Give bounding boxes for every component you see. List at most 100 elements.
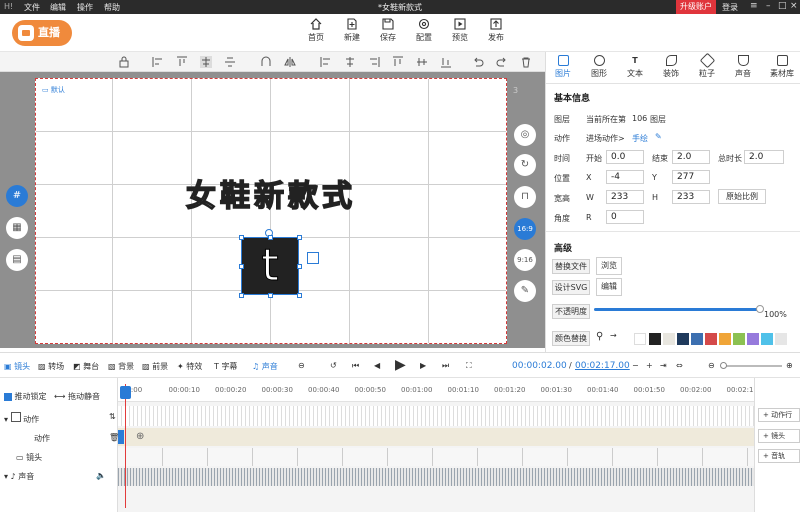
distribute-left-icon[interactable]	[320, 56, 332, 68]
replace-file-button[interactable]: 替换文件	[552, 259, 590, 274]
sound-track[interactable]	[118, 468, 754, 486]
collapse-icon[interactable]: ⊖	[298, 361, 305, 370]
add-camera-button[interactable]: + 镜头	[758, 429, 800, 443]
edit-pen-icon[interactable]: ✎	[514, 280, 536, 302]
resize-handle[interactable]	[268, 293, 273, 298]
align-top-icon[interactable]	[176, 56, 188, 68]
config-button[interactable]: 配置	[406, 18, 442, 43]
add-audio-track-button[interactable]: + 音轨	[758, 449, 800, 463]
resize-handle[interactable]	[239, 264, 244, 269]
design-svg-button[interactable]: 设计SVG	[552, 280, 590, 295]
headline-text[interactable]: 女鞋新款式	[36, 171, 506, 215]
entrance-action-link[interactable]: 进场动作>	[586, 133, 625, 144]
sound-tool[interactable]: ♫ 声音	[252, 361, 278, 372]
preview-button[interactable]: 预览	[442, 18, 478, 43]
height-input[interactable]: 233	[672, 190, 710, 204]
color-swatch[interactable]	[705, 333, 717, 345]
tab-image[interactable]: 图片	[548, 55, 578, 79]
stage-tool[interactable]: ◩ 舞台	[73, 361, 99, 372]
upgrade-account-button[interactable]: 升级账户	[676, 0, 716, 14]
playhead-handle[interactable]	[120, 386, 131, 399]
checkbox-checked-icon[interactable]	[4, 392, 12, 401]
zoom-handle[interactable]	[720, 362, 727, 369]
track-header-sound[interactable]: ▾ ♪ 声音 🔈	[4, 471, 122, 482]
new-button[interactable]: 新建	[334, 18, 370, 43]
edit-button[interactable]: 编辑	[596, 278, 622, 296]
fullscreen-icon[interactable]: ⛶	[466, 361, 472, 371]
resize-handle[interactable]	[239, 293, 244, 298]
track-header-sub-action[interactable]: 动作 🗑	[34, 433, 119, 444]
background-tool[interactable]: ▧ 背景	[108, 361, 134, 372]
color-swatch[interactable]	[663, 333, 675, 345]
zoom-in-icon[interactable]: ⊕	[786, 361, 793, 370]
next-frame-icon[interactable]: ▶	[420, 361, 426, 370]
layout-icon[interactable]: ▦	[6, 217, 28, 239]
opacity-slider-handle[interactable]	[756, 305, 764, 313]
minus-icon[interactable]: −	[632, 361, 639, 370]
y-input[interactable]: 277	[672, 170, 710, 184]
rotation-input[interactable]: 0	[606, 210, 644, 224]
subtitle-tool[interactable]: T 字幕	[214, 361, 237, 372]
action-value[interactable]: 手绘	[632, 133, 648, 144]
start-time-input[interactable]: 0.0	[606, 150, 644, 164]
flip-icon[interactable]	[284, 56, 296, 68]
refresh-icon[interactable]: ↻	[514, 154, 536, 176]
edit-icon[interactable]: ✎	[655, 132, 662, 141]
play-icon[interactable]: ▶	[395, 357, 406, 373]
color-swatch[interactable]	[775, 333, 787, 345]
skip-start-icon[interactable]: ⏮	[352, 361, 359, 371]
magnet-icon[interactable]	[260, 56, 272, 68]
add-icon[interactable]: +	[646, 361, 653, 370]
track-header-camera[interactable]: ▭ 镜头	[16, 452, 134, 463]
delete-icon[interactable]	[520, 56, 532, 68]
tab-asset-library[interactable]: 素材库	[764, 55, 800, 79]
screenshot-icon[interactable]: ◎	[514, 124, 536, 146]
distribute-bottom-icon[interactable]	[440, 56, 452, 68]
resize-handle[interactable]	[297, 264, 302, 269]
track-area[interactable]: ⊕	[118, 402, 754, 512]
resize-handle[interactable]	[268, 235, 273, 240]
opacity-slider[interactable]	[594, 308, 760, 311]
transition-tool[interactable]: ▨ 转场	[38, 361, 64, 372]
redo-icon[interactable]	[496, 56, 508, 68]
resize-handle[interactable]	[239, 235, 244, 240]
distribute-center-icon[interactable]	[344, 56, 356, 68]
expand-icon[interactable]: ⇔	[676, 361, 683, 370]
resize-handle[interactable]	[297, 235, 302, 240]
add-icon[interactable]: ⊕	[136, 431, 144, 442]
camera-track[interactable]	[118, 448, 754, 466]
effects-tool[interactable]: ✦ 特效	[177, 361, 202, 372]
grid-toggle-button[interactable]: #	[6, 185, 28, 207]
action-clip[interactable]	[118, 430, 124, 444]
template-icon[interactable]: ▤	[6, 249, 28, 271]
align-middle-icon[interactable]	[224, 56, 236, 68]
action-track[interactable]	[118, 406, 754, 426]
home-button[interactable]: 首页	[298, 18, 334, 43]
align-left-icon[interactable]	[152, 56, 164, 68]
maximize-icon[interactable]: □	[778, 1, 787, 11]
time-ruler[interactable]: 00:00 00:00:10 00:00:20 00:00:30 00:00:40 00:…	[118, 378, 758, 402]
color-replace-button[interactable]: 颜色替换	[552, 331, 590, 346]
color-swatch[interactable]	[733, 333, 745, 345]
tab-decoration[interactable]: 装饰	[656, 55, 686, 79]
color-swatch[interactable]	[719, 333, 731, 345]
prev-frame-icon[interactable]: ◀	[374, 361, 380, 370]
publish-button[interactable]: 发布	[478, 18, 514, 43]
tab-sound[interactable]: 声音	[728, 55, 758, 79]
layer-icon[interactable]	[307, 252, 319, 264]
width-input[interactable]: 233	[606, 190, 644, 204]
zoom-out-icon[interactable]: ⊖	[708, 361, 715, 370]
tab-shape[interactable]: 图形	[584, 55, 614, 79]
distribute-top-icon[interactable]	[392, 56, 404, 68]
selected-image-element[interactable]: t	[241, 237, 299, 295]
color-swatch[interactable]	[747, 333, 759, 345]
add-action-row-button[interactable]: + 动作行	[758, 408, 800, 422]
undo-icon[interactable]	[472, 56, 484, 68]
sub-action-track[interactable]: ⊕	[118, 428, 754, 446]
unlock-icon[interactable]: ⊓	[514, 186, 536, 208]
track-header-action[interactable]: ▾ 动作 ⇅	[4, 412, 122, 425]
color-swatch[interactable]	[691, 333, 703, 345]
total-time[interactable]: 00:02:17.00	[575, 361, 630, 371]
color-swatch[interactable]	[761, 333, 773, 345]
color-swatch[interactable]	[649, 333, 661, 345]
